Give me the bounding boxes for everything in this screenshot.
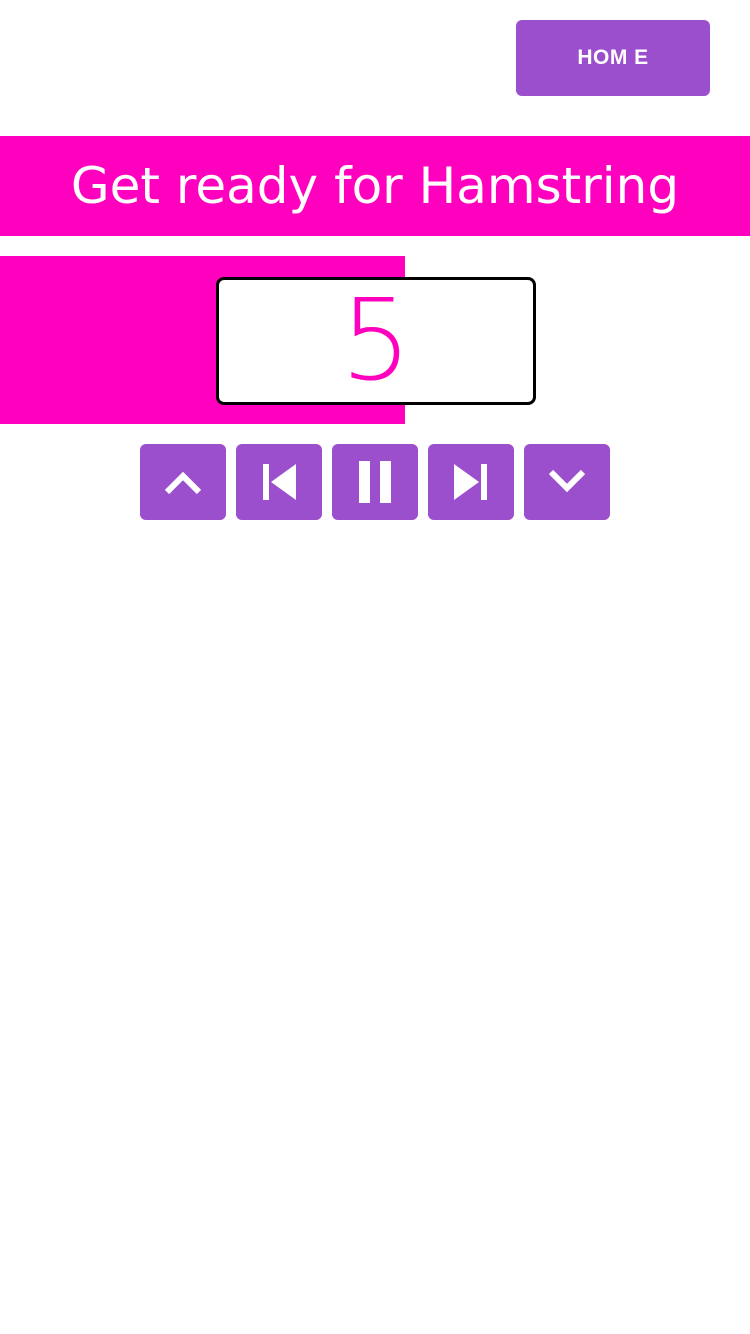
down-button[interactable] <box>524 444 610 520</box>
playback-controls <box>140 444 610 520</box>
exercise-banner: Get ready for Hamstring <box>0 136 750 236</box>
countdown-value: 5 <box>340 276 412 406</box>
up-button[interactable] <box>140 444 226 520</box>
chevron-down-icon <box>548 469 586 493</box>
chevron-up-icon <box>164 471 202 495</box>
pause-icon <box>359 461 391 503</box>
pause-button[interactable] <box>332 444 418 520</box>
home-button[interactable]: HOM E <box>516 20 710 96</box>
previous-button[interactable] <box>236 444 322 520</box>
skip-previous-icon <box>263 464 296 500</box>
countdown-display: 5 <box>216 277 536 405</box>
skip-next-icon <box>454 464 487 500</box>
next-button[interactable] <box>428 444 514 520</box>
exercise-title: Get ready for Hamstring <box>70 157 680 215</box>
